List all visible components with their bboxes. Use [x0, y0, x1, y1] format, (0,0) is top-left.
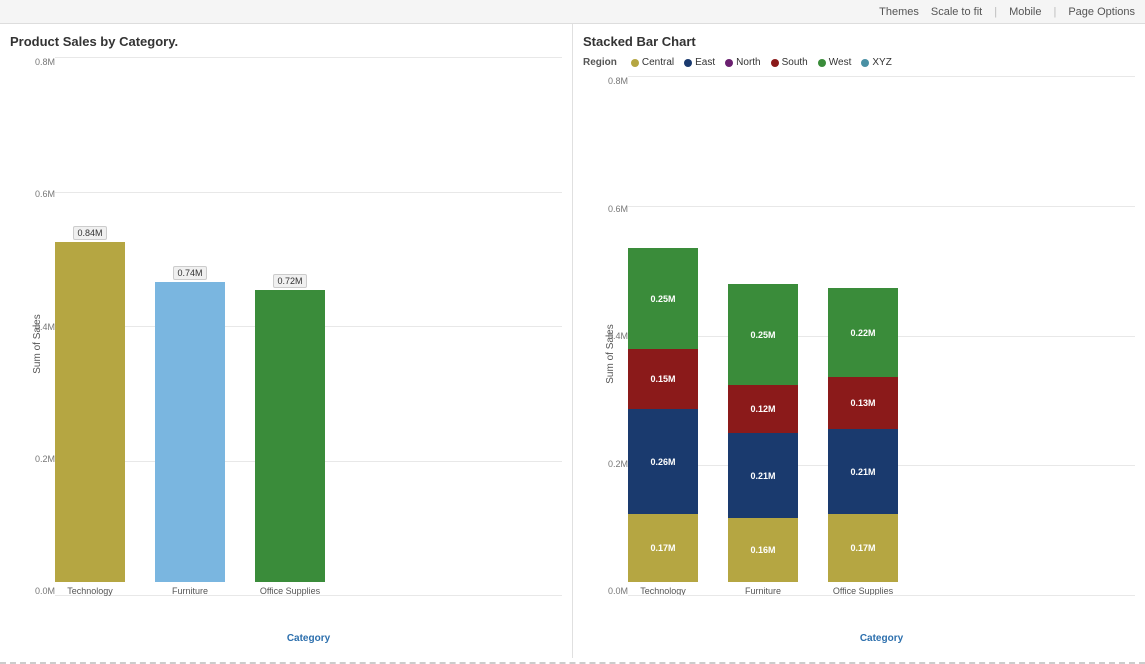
right-x-axis-title: Category	[628, 633, 1135, 644]
left-bar-2: 0.72M Office Supplies	[255, 274, 325, 596]
left-y-ticks: 0.8M 0.6M 0.4M 0.2M 0.0M	[20, 57, 55, 596]
legend-dot-east	[684, 59, 692, 67]
right-y-tick-04: 0.4M	[593, 331, 628, 341]
legend-item-west: West	[818, 57, 852, 68]
y-tick-02: 0.2M	[20, 454, 55, 464]
legend-item-east: East	[684, 57, 715, 68]
legend-dot-north	[725, 59, 733, 67]
left-bars-group: 0.84M Technology 0.74M Furniture 0.72M Office…	[55, 57, 562, 596]
left-bar-label-0: 0.84M	[73, 226, 106, 240]
legend-dot-central	[631, 59, 639, 67]
legend-text-xyz: XYZ	[872, 57, 891, 68]
segment-label-2-3: 0.22M	[850, 328, 875, 338]
left-bar-label-2: 0.72M	[273, 274, 306, 288]
themes-link[interactable]: Themes	[879, 6, 919, 18]
stacked-bar-rect-2[interactable]: 0.17M 0.21M 0.13M 0.22M	[828, 288, 898, 582]
segment-1-0: 0.16M	[728, 518, 798, 582]
legend-text-north: North	[736, 57, 760, 68]
right-y-tick-06: 0.6M	[593, 204, 628, 214]
segment-2-1: 0.21M	[828, 429, 898, 514]
segment-1-3: 0.25M	[728, 284, 798, 385]
right-chart-area: Sum of Sales 0.8M 0.6M 0.4M 0.2M 0.0M	[583, 76, 1135, 648]
left-bar-chart-container: Sum of Sales 0.8M 0.6M 0.4M 0.2M 0.0M	[10, 57, 562, 631]
y-tick-04: 0.4M	[20, 322, 55, 332]
right-y-ticks: 0.8M 0.6M 0.4M 0.2M 0.0M	[593, 76, 628, 596]
segment-2-2: 0.13M	[828, 377, 898, 429]
segment-label-1-2: 0.12M	[750, 404, 775, 414]
right-chart-title: Stacked Bar Chart	[583, 34, 1135, 49]
y-tick-00: 0.0M	[20, 586, 55, 596]
right-x-axis-title-wrapper: Category	[583, 631, 1135, 648]
mobile-link[interactable]: Mobile	[1009, 6, 1041, 18]
segment-0-1: 0.26M	[628, 409, 698, 514]
left-bar-rect-2[interactable]	[255, 290, 325, 582]
segment-label-0-1: 0.26M	[650, 457, 675, 467]
segment-1-2: 0.12M	[728, 385, 798, 433]
stacked-bar-2: 0.17M 0.21M 0.13M 0.22M Office Supplies	[828, 288, 898, 596]
stacked-cat-1: Furniture	[745, 586, 781, 596]
segment-label-1-3: 0.25M	[750, 330, 775, 340]
legend-text-west: West	[829, 57, 852, 68]
legend-text-south: South	[782, 57, 808, 68]
left-bar-cat-1: Furniture	[172, 586, 208, 596]
segment-label-0-0: 0.17M	[650, 543, 675, 553]
stacked-bar-rect-0[interactable]: 0.17M 0.26M 0.15M 0.25M	[628, 248, 698, 582]
segment-label-0-2: 0.15M	[650, 374, 675, 384]
left-bar-1: 0.74M Furniture	[155, 266, 225, 596]
stacked-bar-container: Sum of Sales 0.8M 0.6M 0.4M 0.2M 0.0M	[583, 76, 1135, 631]
legend: Region Central East North South West XYZ	[583, 57, 1135, 68]
legend-label: Region	[583, 57, 617, 68]
segment-2-0: 0.17M	[828, 514, 898, 582]
left-bar-cat-0: Technology	[67, 586, 113, 596]
legend-dot-west	[818, 59, 826, 67]
legend-item-north: North	[725, 57, 760, 68]
segment-0-3: 0.25M	[628, 248, 698, 349]
segment-label-0-3: 0.25M	[650, 294, 675, 304]
legend-dot-xyz	[861, 59, 869, 67]
legend-text-central: Central	[642, 57, 674, 68]
page-options-link[interactable]: Page Options	[1068, 6, 1135, 18]
segment-label-2-1: 0.21M	[850, 467, 875, 477]
left-bar-rect-1[interactable]	[155, 282, 225, 582]
legend-item-south: South	[771, 57, 808, 68]
stacked-bar-1: 0.16M 0.21M 0.12M 0.25M Furniture	[728, 284, 798, 596]
legend-text-east: East	[695, 57, 715, 68]
segment-label-1-0: 0.16M	[750, 545, 775, 555]
stacked-bar-rect-1[interactable]: 0.16M 0.21M 0.12M 0.25M	[728, 284, 798, 582]
segment-label-2-2: 0.13M	[850, 398, 875, 408]
left-chart-panel: Product Sales by Category. Sum of Sales …	[0, 24, 573, 658]
stacked-cat-0: Technology	[640, 586, 686, 596]
y-tick-06: 0.6M	[20, 189, 55, 199]
legend-dot-south	[771, 59, 779, 67]
right-chart-panel: Stacked Bar Chart Region Central East North…	[573, 24, 1145, 658]
stacked-bars-group: 0.17M 0.26M 0.15M 0.25M Technology 0.16M 0.21M…	[628, 76, 1135, 596]
stacked-cat-2: Office Supplies	[833, 586, 893, 596]
segment-2-3: 0.22M	[828, 288, 898, 377]
y-tick-08: 0.8M	[20, 57, 55, 67]
left-bar-0: 0.84M Technology	[55, 226, 125, 596]
right-y-tick-08: 0.8M	[593, 76, 628, 86]
left-bar-cat-2: Office Supplies	[260, 586, 320, 596]
segment-0-2: 0.15M	[628, 349, 698, 409]
left-x-axis-title-wrapper: Category	[10, 631, 562, 648]
left-bar-label-1: 0.74M	[173, 266, 206, 280]
segment-label-2-0: 0.17M	[850, 543, 875, 553]
top-bar: Themes Scale to fit | Mobile | Page Opti…	[0, 0, 1145, 24]
left-chart-title: Product Sales by Category.	[10, 34, 562, 49]
segment-1-1: 0.21M	[728, 433, 798, 518]
segment-label-1-1: 0.21M	[750, 471, 775, 481]
segment-0-0: 0.17M	[628, 514, 698, 582]
scale-link[interactable]: Scale to fit	[931, 6, 982, 18]
right-y-tick-02: 0.2M	[593, 459, 628, 469]
legend-item-xyz: XYZ	[861, 57, 891, 68]
left-chart-area: Sum of Sales 0.8M 0.6M 0.4M 0.2M 0.0M	[10, 57, 562, 648]
left-x-axis-title: Category	[55, 633, 562, 644]
main-content: Product Sales by Category. Sum of Sales …	[0, 24, 1145, 658]
stacked-bar-0: 0.17M 0.26M 0.15M 0.25M Technology	[628, 248, 698, 596]
left-bar-rect-0[interactable]	[55, 242, 125, 582]
right-y-tick-00: 0.0M	[593, 586, 628, 596]
top-bar-items: Themes Scale to fit | Mobile | Page Opti…	[879, 6, 1135, 18]
legend-item-central: Central	[631, 57, 674, 68]
